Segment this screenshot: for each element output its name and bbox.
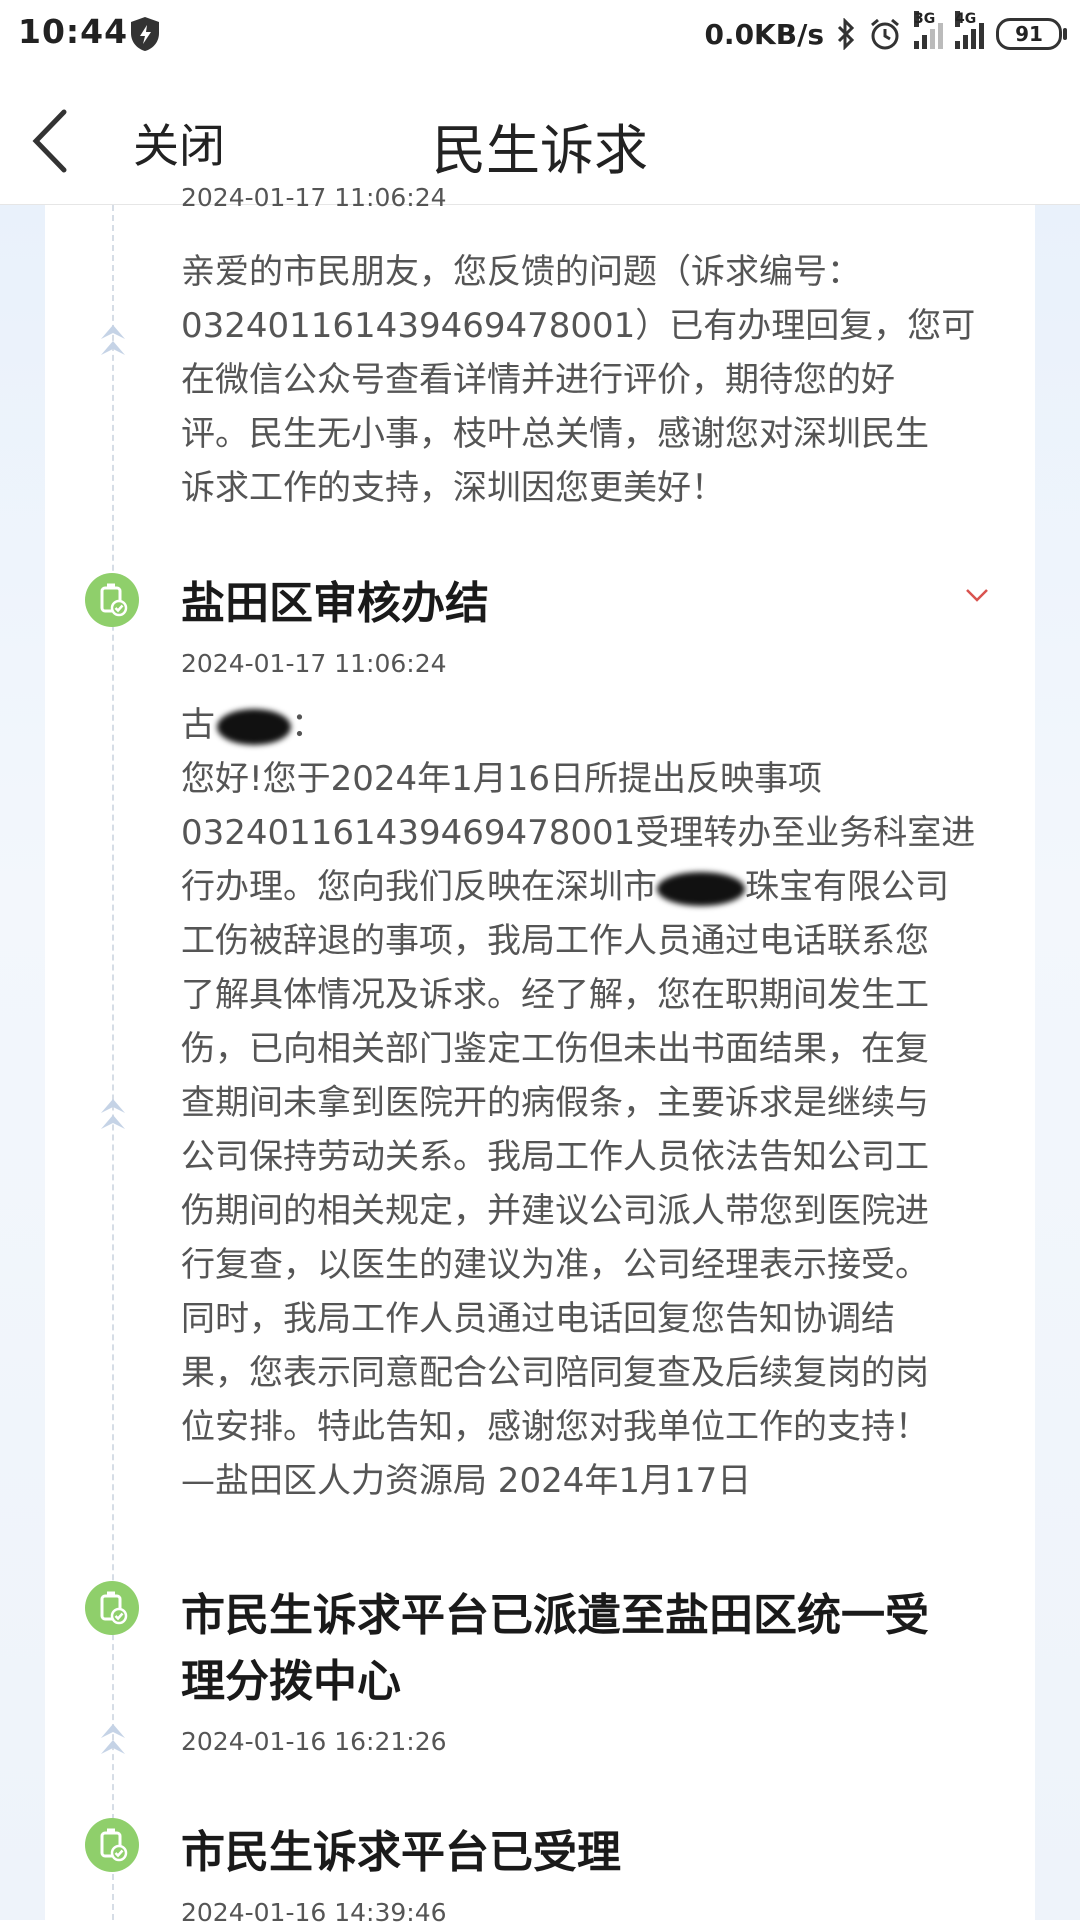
reply-text-part2: 珠宝有限公司 工伤被辞退的事项，我局工作人员通过电话联系您 了解具体情况及诉求。… bbox=[181, 867, 949, 1501]
timeline-entry: 盐田区审核办结 2024-01-17 11:06:24 古： 您好!您于2024… bbox=[181, 571, 981, 1508]
timeline-node-icon bbox=[85, 573, 139, 627]
reply-notice: 亲爱的市民朋友，您反馈的问题（诉求编号： 0324011614394694780… bbox=[181, 245, 981, 515]
greeting-suffix: ： bbox=[291, 705, 325, 745]
timeline-entry-body: 古： 您好!您于2024年1月16日所提出反映事项 03240116143946… bbox=[181, 698, 981, 1508]
arrow-up-icon bbox=[101, 1724, 125, 1754]
timeline-entry-title: 市民生诉求平台已派遣至盐田区统一受 理分拨中心 bbox=[181, 1590, 929, 1707]
timeline-entry-title: 盐田区审核办结 bbox=[181, 578, 489, 629]
timeline-entry: 市民生诉求平台已派遣至盐田区统一受 理分拨中心 2024-01-16 16:21… bbox=[181, 1583, 981, 1756]
alarm-icon bbox=[871, 18, 899, 50]
signal-4g-icon: 4G bbox=[955, 11, 984, 49]
timeline-node-icon bbox=[85, 1581, 139, 1635]
timeline-card[interactable]: 2024-01-17 11:06:24 亲爱的市民朋友，您反馈的问题（诉求编号：… bbox=[45, 183, 1035, 1927]
status-bar: 10:44 0.0KB/s 3G 4G 91 bbox=[0, 0, 1080, 70]
timeline-node-icon bbox=[85, 1818, 139, 1872]
arrow-up-icon bbox=[101, 1099, 125, 1129]
timeline-line bbox=[112, 205, 114, 1920]
page-title: 民生诉求 bbox=[432, 119, 648, 182]
timeline-entry-time: 2024-01-16 14:39:46 bbox=[181, 1898, 447, 1927]
status-right-group: 0.0KB/s 3G 4G 91 bbox=[704, 11, 1067, 56]
timeline-time: 2024-01-17 11:06:24 bbox=[181, 183, 447, 212]
battery-icon: 91 bbox=[996, 18, 1067, 50]
redacted-company bbox=[657, 871, 745, 906]
timeline-entry: 市民生诉求平台已受理 2024-01-16 14:39:46 bbox=[181, 1820, 981, 1927]
battery-level: 91 bbox=[1015, 22, 1043, 46]
greeting-prefix: 古 bbox=[181, 705, 215, 745]
network-speed: 0.0KB/s bbox=[704, 17, 824, 51]
signal-3g-icon: 3G bbox=[914, 11, 943, 49]
arrow-up-icon bbox=[101, 325, 125, 355]
timeline-entry-time: 2024-01-17 11:06:24 bbox=[181, 649, 447, 678]
timeline-entry-time: 2024-01-16 16:21:26 bbox=[181, 1727, 447, 1756]
status-time: 10:44 bbox=[18, 12, 129, 51]
reply-notice-text: 亲爱的市民朋友，您反馈的问题（诉求编号： 0324011614394694780… bbox=[181, 252, 976, 508]
shield-icon bbox=[131, 17, 159, 51]
timeline-entry-title: 市民生诉求平台已受理 bbox=[181, 1827, 621, 1878]
nav-bar: 关闭 民生诉求 bbox=[0, 70, 1080, 205]
redacted-name bbox=[217, 708, 291, 745]
bluetooth-icon bbox=[837, 18, 855, 50]
